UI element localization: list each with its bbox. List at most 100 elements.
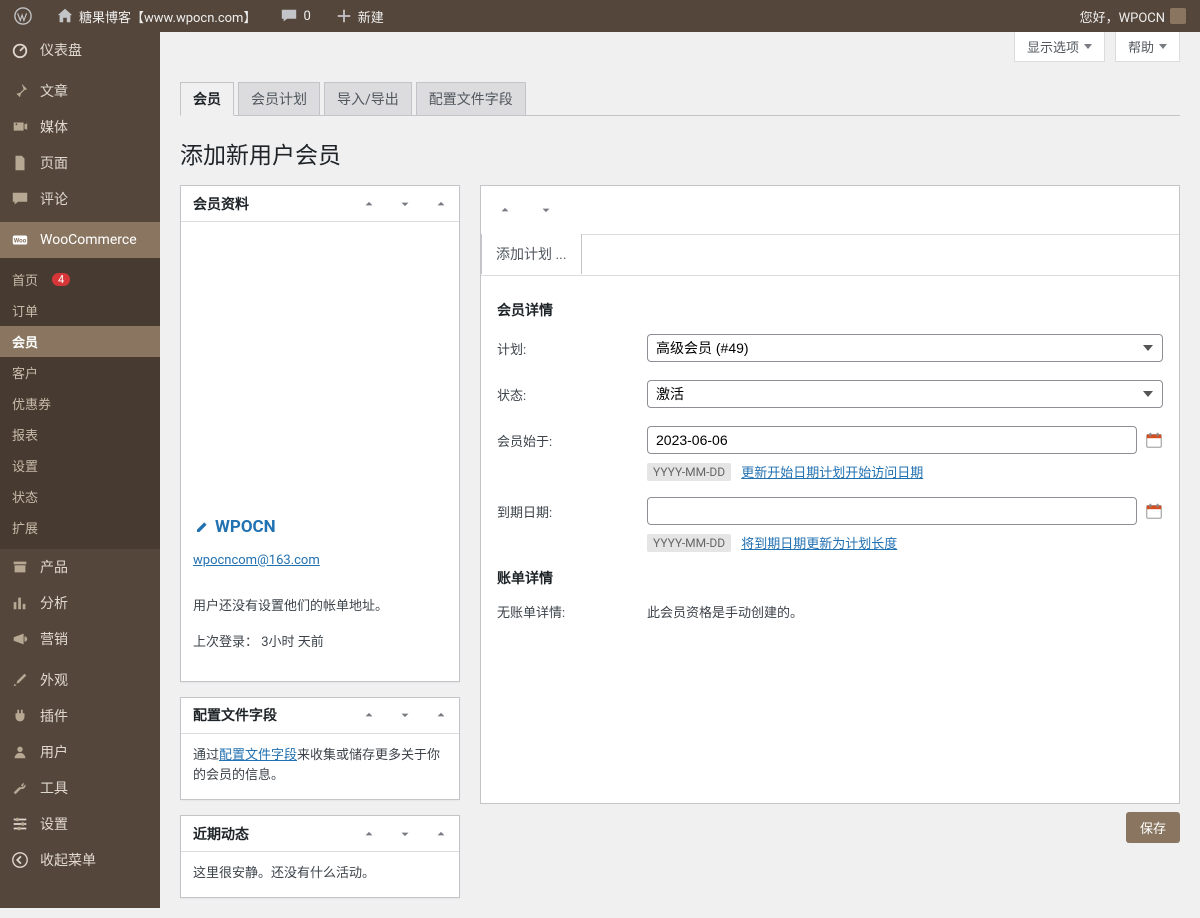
menu-settings[interactable]: 设置: [0, 806, 160, 842]
avatar: [1170, 8, 1186, 24]
page-title: 添加新用户会员: [180, 136, 1180, 170]
move-down-button[interactable]: [387, 816, 423, 852]
plus-icon: [335, 7, 353, 25]
no-billing-text: 此会员资格是手动创建的。: [647, 602, 1163, 621]
submenu-members[interactable]: 会员: [0, 326, 160, 357]
new-link[interactable]: 新建: [329, 7, 390, 26]
menu-woocommerce[interactable]: WooWooCommerce: [0, 222, 160, 258]
update-expire-link[interactable]: 将到期日期更新为计划长度: [741, 533, 897, 552]
screen-options-button[interactable]: 显示选项: [1014, 32, 1105, 62]
svg-text:Woo: Woo: [14, 237, 27, 245]
wrench-icon: [10, 778, 30, 798]
submenu-customers[interactable]: 客户: [0, 357, 160, 388]
nav-tabs: 会员 会员计划 导入/导出 配置文件字段: [180, 82, 1180, 116]
wordpress-logo[interactable]: [8, 7, 38, 25]
site-name: 糖果博客【www.wpocn.com】: [79, 7, 256, 26]
calendar-icon[interactable]: [1145, 502, 1163, 520]
submenu-status[interactable]: 状态: [0, 481, 160, 512]
tab-plans[interactable]: 会员计划: [238, 82, 320, 115]
submenu-coupons[interactable]: 优惠券: [0, 388, 160, 419]
edit-user-link[interactable]: WPOCN: [193, 514, 447, 541]
collapse-icon: [10, 850, 30, 870]
comment-icon: [280, 7, 298, 25]
user-icon: [10, 742, 30, 762]
move-down-button[interactable]: [387, 186, 423, 222]
date-format-hint: YYYY-MM-DD: [647, 463, 731, 481]
new-label: 新建: [358, 7, 384, 26]
menu-plugins[interactable]: 插件: [0, 698, 160, 734]
woocommerce-submenu: 首页4 订单 会员 客户 优惠券 报表 设置 状态 扩展: [0, 258, 160, 549]
main-panel: 添加计划 ... 会员详情 计划: 高级会员 (#49) 状态: 激活: [480, 185, 1180, 804]
menu-tools[interactable]: 工具: [0, 770, 160, 806]
help-button[interactable]: 帮助: [1115, 32, 1180, 62]
status-select[interactable]: 激活: [647, 380, 1163, 408]
toggle-button[interactable]: [423, 697, 459, 733]
recent-text: 这里很安静。还没有什么活动。: [181, 852, 459, 897]
box-title: 配置文件字段: [181, 705, 289, 725]
tab-members[interactable]: 会员: [180, 82, 234, 116]
date-format-hint: YYYY-MM-DD: [647, 534, 731, 552]
plug-icon: [10, 706, 30, 726]
label-no-billing: 无账单详情:: [497, 602, 637, 621]
caret-down-icon: [1159, 44, 1167, 49]
box-title: 会员资料: [181, 194, 261, 214]
section-member-details: 会员详情: [497, 300, 1163, 320]
expire-date-input[interactable]: [647, 497, 1137, 525]
profile-fields-text: 通过配置文件字段来收集或储存更多关于你的会员的信息。: [181, 734, 459, 800]
menu-posts[interactable]: 文章: [0, 73, 160, 109]
menu-users[interactable]: 用户: [0, 734, 160, 770]
add-plan-tab[interactable]: 添加计划 ...: [481, 234, 582, 274]
profile-fields-link[interactable]: 配置文件字段: [219, 748, 297, 763]
label-start: 会员始于:: [497, 431, 637, 450]
screen-meta-links: 显示选项 帮助: [1014, 32, 1180, 62]
save-button[interactable]: 保存: [1126, 812, 1180, 843]
plan-select[interactable]: 高级会员 (#49): [647, 334, 1163, 362]
label-plan: 计划:: [497, 339, 637, 358]
move-up-button[interactable]: [351, 186, 387, 222]
menu-comments[interactable]: 评论: [0, 181, 160, 217]
last-login: 上次登录： 3小时 天前: [193, 633, 447, 654]
move-up-button[interactable]: [351, 816, 387, 852]
menu-dashboard[interactable]: 仪表盘: [0, 32, 160, 68]
tab-profilefields[interactable]: 配置文件字段: [416, 82, 526, 115]
woocommerce-icon: Woo: [10, 230, 30, 250]
badge-count: 4: [52, 273, 70, 286]
move-up-button[interactable]: [487, 192, 523, 228]
submenu-reports[interactable]: 报表: [0, 419, 160, 450]
box-member-data: 会员资料 WPOCN wpocncom@163.com 用户还没有设置他们的帐单…: [180, 185, 460, 682]
archive-icon: [10, 557, 30, 577]
toggle-button[interactable]: [423, 186, 459, 222]
menu-media[interactable]: 媒体: [0, 109, 160, 145]
menu-marketing[interactable]: 营销: [0, 621, 160, 657]
email-link[interactable]: wpocncom@163.com: [193, 551, 447, 572]
menu-collapse[interactable]: 收起菜单: [0, 842, 160, 878]
menu-products[interactable]: 产品: [0, 549, 160, 585]
box-profile-fields: 配置文件字段 通过配置文件字段来收集或储存更多关于你的会员的信息。: [180, 697, 460, 801]
submenu-home[interactable]: 首页4: [0, 264, 160, 295]
menu-pages[interactable]: 页面: [0, 145, 160, 181]
megaphone-icon: [10, 629, 30, 649]
menu-analytics[interactable]: 分析: [0, 585, 160, 621]
greeting[interactable]: 您好，WPOCN: [1074, 7, 1192, 26]
media-icon: [10, 117, 30, 137]
label-status: 状态:: [497, 385, 637, 404]
home-icon: [56, 7, 74, 25]
submenu-orders[interactable]: 订单: [0, 295, 160, 326]
menu-appearance[interactable]: 外观: [0, 662, 160, 698]
calendar-icon[interactable]: [1145, 431, 1163, 449]
move-down-button[interactable]: [387, 697, 423, 733]
admin-menu: 仪表盘 文章 媒体 页面 评论 WooWooCommerce 首页4 订单 会员…: [0, 32, 160, 908]
brush-icon: [10, 670, 30, 690]
page-icon: [10, 153, 30, 173]
move-up-button[interactable]: [351, 697, 387, 733]
comments-link[interactable]: 0: [274, 7, 316, 25]
site-link[interactable]: 糖果博客【www.wpocn.com】: [50, 7, 262, 26]
start-date-input[interactable]: [647, 426, 1137, 454]
tab-importexport[interactable]: 导入/导出: [324, 82, 412, 115]
toggle-button[interactable]: [423, 816, 459, 852]
move-down-button[interactable]: [528, 192, 564, 228]
update-start-link[interactable]: 更新开始日期计划开始访问日期: [741, 462, 923, 481]
chart-icon: [10, 593, 30, 613]
submenu-extensions[interactable]: 扩展: [0, 512, 160, 543]
submenu-settings[interactable]: 设置: [0, 450, 160, 481]
